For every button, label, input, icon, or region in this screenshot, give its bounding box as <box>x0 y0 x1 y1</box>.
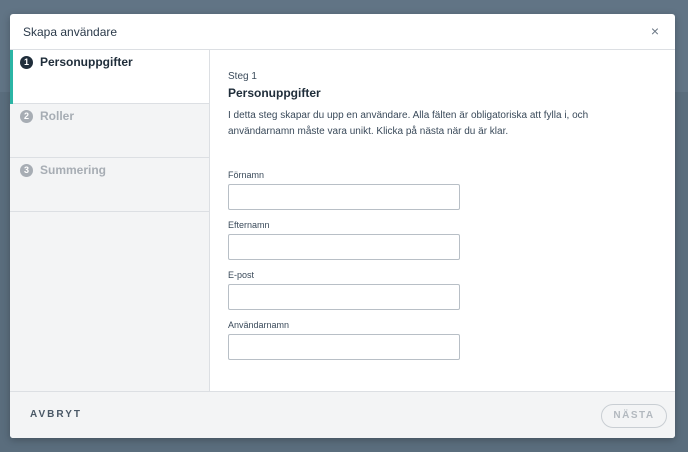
dialog-footer: AVBRYT NÄSTA <box>10 391 675 438</box>
first-name-input[interactable] <box>228 184 460 210</box>
dialog-header: Skapa användare × <box>10 14 675 50</box>
step-number-badge: 1 <box>20 56 33 69</box>
step-roller[interactable]: 2 Roller <box>10 104 209 158</box>
last-name-label: Efternamn <box>228 220 270 230</box>
wizard-steps-sidebar: 1 Personuppgifter 2 Roller 3 Summering <box>10 50 210 391</box>
first-name-label: Förnamn <box>228 170 265 180</box>
close-icon[interactable]: × <box>647 22 663 40</box>
step-label: Roller <box>40 109 75 123</box>
step-number-badge: 3 <box>20 164 33 177</box>
username-label: Användarnamn <box>228 320 290 330</box>
create-user-dialog: Skapa användare × 1 Personuppgifter 2 Ro… <box>10 14 675 438</box>
next-button[interactable]: NÄSTA <box>601 404 667 428</box>
email-input[interactable] <box>228 284 460 310</box>
step-summering[interactable]: 3 Summering <box>10 158 209 212</box>
step-personuppgifter[interactable]: 1 Personuppgifter <box>10 50 209 104</box>
step-label: Personuppgifter <box>40 55 133 69</box>
last-name-input[interactable] <box>228 234 460 260</box>
step-label: Summering <box>40 163 107 177</box>
step-description: I detta steg skapar du upp en användare.… <box>228 110 589 137</box>
step-counter: Steg 1 <box>228 71 257 82</box>
step-title: Personuppgifter <box>228 86 321 100</box>
step-content: Steg 1 Personuppgifter I detta steg skap… <box>228 50 668 391</box>
email-label: E-post <box>228 270 255 280</box>
cancel-button[interactable]: AVBRYT <box>30 409 82 420</box>
step-number-badge: 2 <box>20 110 33 123</box>
dialog-title: Skapa användare <box>23 25 118 39</box>
username-input[interactable] <box>228 334 460 360</box>
